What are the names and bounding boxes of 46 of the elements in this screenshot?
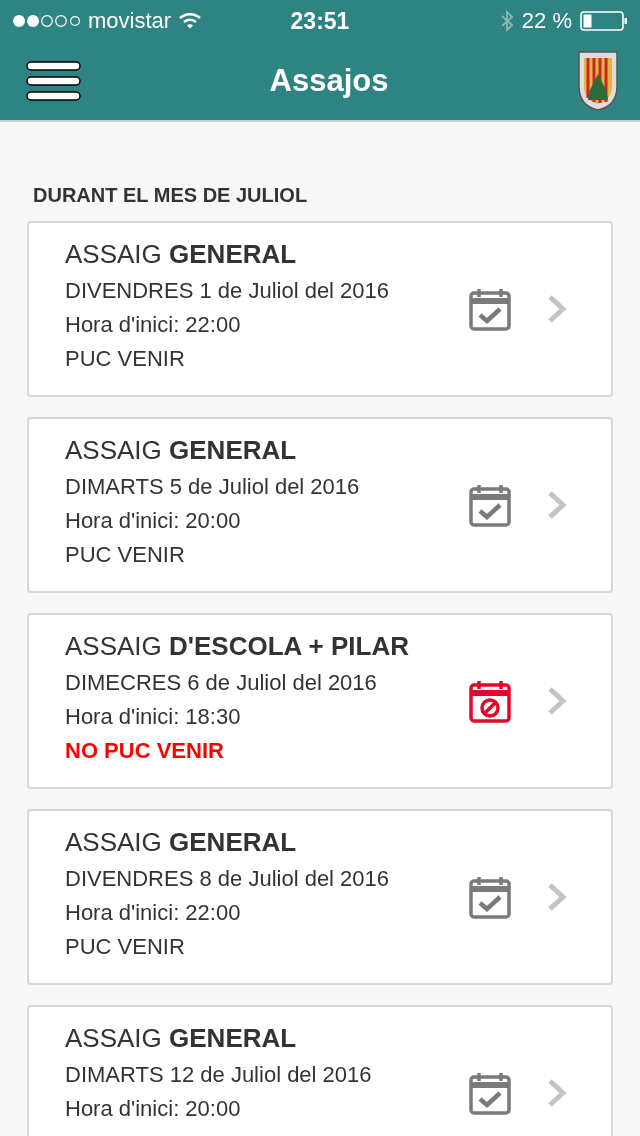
rehearsal-date: DIVENDRES 1 de Juliol del 2016 (65, 278, 391, 304)
menu-button[interactable] (26, 61, 82, 101)
menu-icon (26, 61, 82, 101)
crest-icon (576, 50, 620, 112)
calendar-check-icon[interactable] (469, 483, 511, 527)
wifi-icon (179, 13, 202, 29)
rehearsal-card[interactable]: ASSAIG GENERAL DIVENDRES 1 de Juliol del 2016 Hora d'inici: 22:00 PUC VENIR (27, 221, 613, 397)
rehearsal-card[interactable]: ASSAIG D'ESCOLA + PILAR DIMECRES 6 de Juliol del 2016 Hora d'inici: 18:30 NO PUC VENIR (27, 613, 613, 789)
section-heading: DURANT EL MES DE JULIOL (32, 184, 309, 207)
rehearsal-card[interactable]: ASSAIG GENERAL DIVENDRES 8 de Juliol del 2016 Hora d'inici: 22:00 PUC VENIR (27, 809, 613, 985)
chevron-right-icon (547, 490, 567, 520)
status-time: 23:51 (290, 7, 350, 35)
rehearsal-title: ASSAIG GENERAL (65, 239, 298, 270)
calendar-check-icon[interactable] (469, 875, 511, 919)
rehearsal-date: DIMARTS 12 de Juliol del 2016 (65, 1062, 373, 1088)
start-time: Hora d'inici: 22:00 (65, 900, 242, 926)
rehearsal-title: ASSAIG GENERAL (65, 435, 298, 466)
rehearsal-date: DIMECRES 6 de Juliol del 2016 (65, 670, 378, 696)
calendar-check-icon[interactable] (469, 1071, 511, 1115)
signal-icon (12, 14, 80, 28)
rehearsal-date: DIVENDRES 8 de Juliol del 2016 (65, 866, 391, 892)
rehearsal-card[interactable]: ASSAIG GENERAL DIMARTS 5 de Juliol del 2016 Hora d'inici: 20:00 PUC VENIR (27, 417, 613, 593)
attendance-status: PUC VENIR (65, 346, 186, 372)
rehearsal-title: ASSAIG GENERAL (65, 827, 298, 858)
calendar-blocked-icon[interactable] (469, 679, 511, 723)
chevron-right-icon (547, 686, 567, 716)
attendance-status: PUC VENIR (65, 934, 186, 960)
battery-percentage: 22 % (521, 8, 572, 34)
battery-icon (580, 11, 628, 31)
attendance-status: NO PUC VENIR (65, 738, 225, 764)
start-time: Hora d'inici: 20:00 (65, 508, 242, 534)
calendar-check-icon[interactable] (469, 287, 511, 331)
chevron-right-icon (547, 294, 567, 324)
start-time: Hora d'inici: 18:30 (65, 704, 242, 730)
rehearsal-title: ASSAIG D'ESCOLA + PILAR (65, 631, 410, 662)
bluetooth-icon (499, 10, 514, 32)
rehearsal-date: DIMARTS 5 de Juliol del 2016 (65, 474, 361, 500)
start-time: Hora d'inici: 20:00 (65, 1096, 242, 1122)
screen-title: Assajos (269, 63, 389, 99)
attendance-status: PUC VENIR (65, 542, 186, 568)
start-time: Hora d'inici: 22:00 (65, 312, 242, 338)
carrier-name: movistar (88, 8, 172, 34)
rehearsal-title: ASSAIG GENERAL (65, 1023, 298, 1054)
chevron-right-icon (547, 1078, 567, 1108)
chevron-right-icon (547, 882, 567, 912)
rehearsal-card[interactable]: ASSAIG GENERAL DIMARTS 12 de Juliol del 2016 Hora d'inici: 20:00 (27, 1005, 613, 1136)
